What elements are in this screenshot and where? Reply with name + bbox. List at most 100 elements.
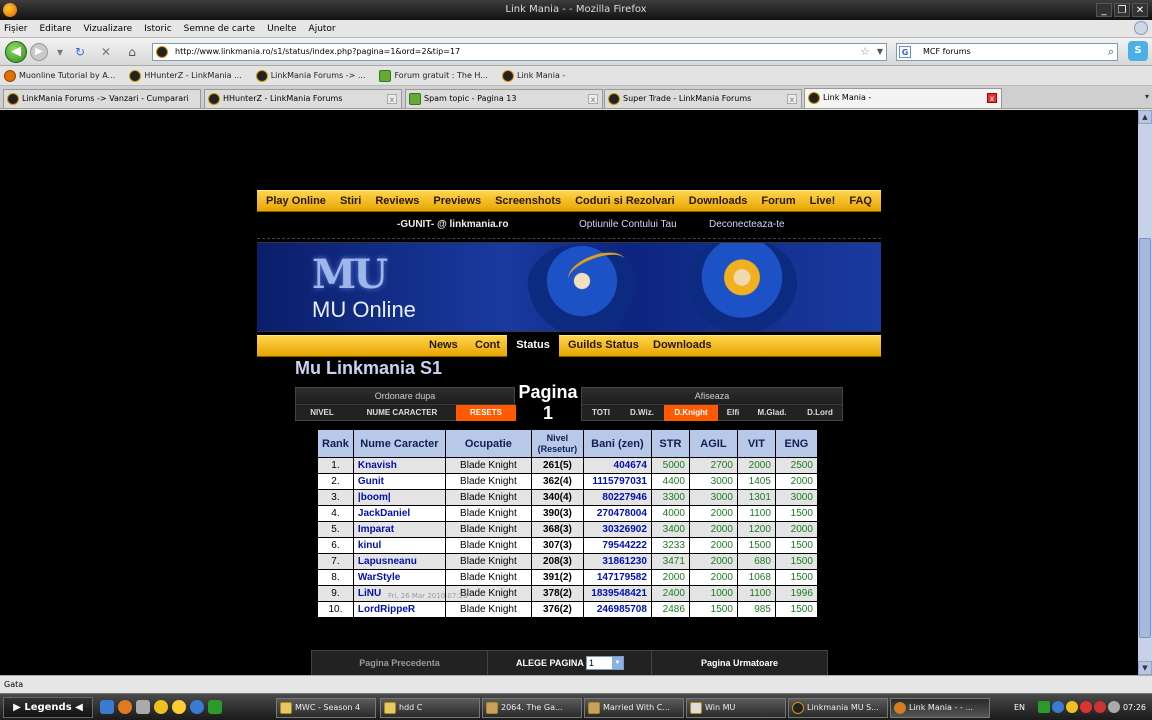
nav-stiri[interactable]: Stiri xyxy=(340,195,361,207)
cell-name-link[interactable]: Imparat xyxy=(352,521,446,538)
tab-close-icon[interactable]: x xyxy=(387,94,397,104)
menu-view[interactable]: Vizualizare xyxy=(83,24,132,34)
subnav-guilds-status[interactable]: Guilds Status xyxy=(568,339,639,351)
google-icon[interactable]: G xyxy=(899,46,911,58)
tab-close-icon[interactable]: x xyxy=(588,94,598,104)
tab-link-mania[interactable]: Link Mania - x xyxy=(804,88,1002,108)
nav-coduri[interactable]: Coduri si Rezolvari xyxy=(575,195,675,207)
taskbar-item-married[interactable]: Married With C... xyxy=(584,698,684,718)
sort-nume-caracter[interactable]: NUME CARACTER xyxy=(348,405,456,421)
menu-tools[interactable]: Unelte xyxy=(267,24,296,34)
tray-network-icon[interactable] xyxy=(1052,701,1064,713)
bookmark-item[interactable]: HHunterZ - LinkMania ... xyxy=(129,69,242,82)
skype-icon[interactable]: S xyxy=(1128,41,1148,61)
chevron-down-icon[interactable]: ▼ xyxy=(612,657,623,669)
taskbar-item-firefox[interactable]: Link Mania - - ... xyxy=(890,698,990,718)
nav-previews[interactable]: Previews xyxy=(433,195,481,207)
subnav-cont[interactable]: Cont xyxy=(475,339,500,351)
start-button[interactable]: ▶ Legends ◀ xyxy=(3,697,93,718)
taskbar-item-mwc[interactable]: MWC - Season 4 xyxy=(276,698,376,718)
quicklaunch-ie-icon[interactable] xyxy=(100,700,114,714)
taskbar-item-2064[interactable]: 2064. The Ga... xyxy=(482,698,582,718)
nav-play-online[interactable]: Play Online xyxy=(266,195,326,207)
bookmark-item[interactable]: Link Mania - xyxy=(501,69,565,82)
cell-name-link[interactable]: |boom| xyxy=(352,489,446,506)
tray-volume-icon[interactable] xyxy=(1108,701,1120,713)
tab-spam[interactable]: Spam topic - Pagina 13 x xyxy=(405,89,603,108)
tab-close-icon[interactable]: x xyxy=(787,94,797,104)
scroll-up-button[interactable]: ▲ xyxy=(1138,110,1152,124)
close-button[interactable]: ✕ xyxy=(1132,3,1148,17)
page-select[interactable]: 1 ▼ xyxy=(586,656,624,670)
restore-button[interactable]: ❐ xyxy=(1114,3,1130,17)
quicklaunch-yahoo-icon[interactable] xyxy=(154,700,168,714)
quicklaunch-smiley-icon[interactable] xyxy=(172,700,186,714)
filter-elfi[interactable]: Elfi xyxy=(720,405,746,421)
menu-help[interactable]: Ajutor xyxy=(309,24,336,34)
reload-icon[interactable]: ↻ xyxy=(72,44,88,60)
language-indicator[interactable]: EN xyxy=(1014,697,1025,718)
tray-alert-icon[interactable] xyxy=(1094,701,1106,713)
nav-screenshots[interactable]: Screenshots xyxy=(495,195,561,207)
tray-security-icon[interactable] xyxy=(1080,701,1092,713)
nav-faq[interactable]: FAQ xyxy=(849,195,872,207)
tray-app-icon[interactable] xyxy=(1038,701,1050,713)
forward-button[interactable]: ▶ xyxy=(30,43,48,61)
bookmark-star-icon[interactable]: ☆ xyxy=(860,44,870,60)
nav-reviews[interactable]: Reviews xyxy=(375,195,419,207)
cell-name-link[interactable]: kinul xyxy=(352,537,446,554)
url-bar[interactable]: http://www.linkmania.ro/s1/status/index.… xyxy=(152,43,887,61)
menu-bookmarks[interactable]: Semne de carte xyxy=(184,24,255,34)
scroll-thumb[interactable] xyxy=(1139,238,1151,638)
taskbar-item-hdd[interactable]: hdd C xyxy=(380,698,480,718)
cell-name-link[interactable]: JackDaniel xyxy=(352,505,446,522)
filter-mglad[interactable]: M.Glad. xyxy=(748,405,796,421)
cell-name-link[interactable]: LordRippeR xyxy=(352,601,446,618)
taskbar-item-linkmania[interactable]: Linkmania MU S... xyxy=(788,698,888,718)
bookmark-item[interactable]: Forum gratuit : The H... xyxy=(379,69,488,82)
menu-edit[interactable]: Editare xyxy=(39,24,71,34)
previous-page-button[interactable]: Pagina Precedenta xyxy=(312,651,488,675)
quicklaunch-ie2-icon[interactable] xyxy=(190,700,204,714)
tab-vanzari[interactable]: LinkMania Forums -> Vanzari - Cumparari xyxy=(3,89,201,108)
quicklaunch-app-icon[interactable] xyxy=(208,700,222,714)
tab-close-icon[interactable]: x xyxy=(987,93,997,103)
sort-resets[interactable]: RESETS xyxy=(456,405,516,421)
filter-dwiz[interactable]: D.Wiz. xyxy=(622,405,662,421)
nav-downloads[interactable]: Downloads xyxy=(689,195,748,207)
account-options-link[interactable]: Optiunile Contului Tau xyxy=(579,219,677,230)
menu-history[interactable]: Istoric xyxy=(144,24,172,34)
tab-list-icon[interactable]: ▾ xyxy=(1145,92,1149,101)
cell-name-link[interactable]: Gunit xyxy=(352,473,446,490)
back-button[interactable]: ◀ xyxy=(5,41,27,63)
tab-hhunterz[interactable]: HHunterZ - LinkMania Forums x xyxy=(204,89,402,108)
menu-file[interactable]: Fișier xyxy=(4,24,27,34)
subnav-news[interactable]: News xyxy=(429,339,458,351)
nav-forum[interactable]: Forum xyxy=(761,195,795,207)
vertical-scrollbar[interactable]: ▲ ▼ xyxy=(1138,110,1152,675)
sort-nivel[interactable]: NIVEL xyxy=(296,405,348,421)
quicklaunch-tool-icon[interactable] xyxy=(136,700,150,714)
cell-name-link[interactable]: Knavish xyxy=(352,457,446,474)
filter-toti[interactable]: TOTI xyxy=(582,405,620,421)
filter-dlord[interactable]: D.Lord xyxy=(798,405,842,421)
next-page-button[interactable]: Pagina Urmatoare xyxy=(652,651,827,675)
logout-link[interactable]: Deconecteaza-te xyxy=(709,219,785,230)
scroll-down-button[interactable]: ▼ xyxy=(1138,661,1152,675)
bookmark-item[interactable]: LinkMania Forums -> ... xyxy=(255,69,365,82)
search-icon[interactable]: ⌕ xyxy=(1108,44,1114,60)
history-dropdown-icon[interactable]: ▾ xyxy=(52,44,68,60)
minimize-button[interactable]: _ xyxy=(1096,3,1112,17)
cell-name-link[interactable]: Lapusneanu xyxy=(352,553,446,570)
tray-yahoo-icon[interactable] xyxy=(1066,701,1078,713)
tab-super-trade[interactable]: Super Trade - LinkMania Forums x xyxy=(604,89,802,108)
taskbar-item-win-mu[interactable]: Win MU xyxy=(686,698,786,718)
search-box[interactable]: G MCF forums ⌕ xyxy=(896,43,1118,61)
filter-dknight[interactable]: D.Knight xyxy=(664,405,718,421)
home-icon[interactable]: ⌂ xyxy=(124,44,140,60)
subnav-status[interactable]: Status xyxy=(507,335,559,357)
stop-icon[interactable]: ✕ xyxy=(98,44,114,60)
subnav-downloads[interactable]: Downloads xyxy=(653,339,712,351)
quicklaunch-firefox-icon[interactable] xyxy=(118,700,132,714)
url-dropdown-icon[interactable]: ▼ xyxy=(877,44,883,60)
